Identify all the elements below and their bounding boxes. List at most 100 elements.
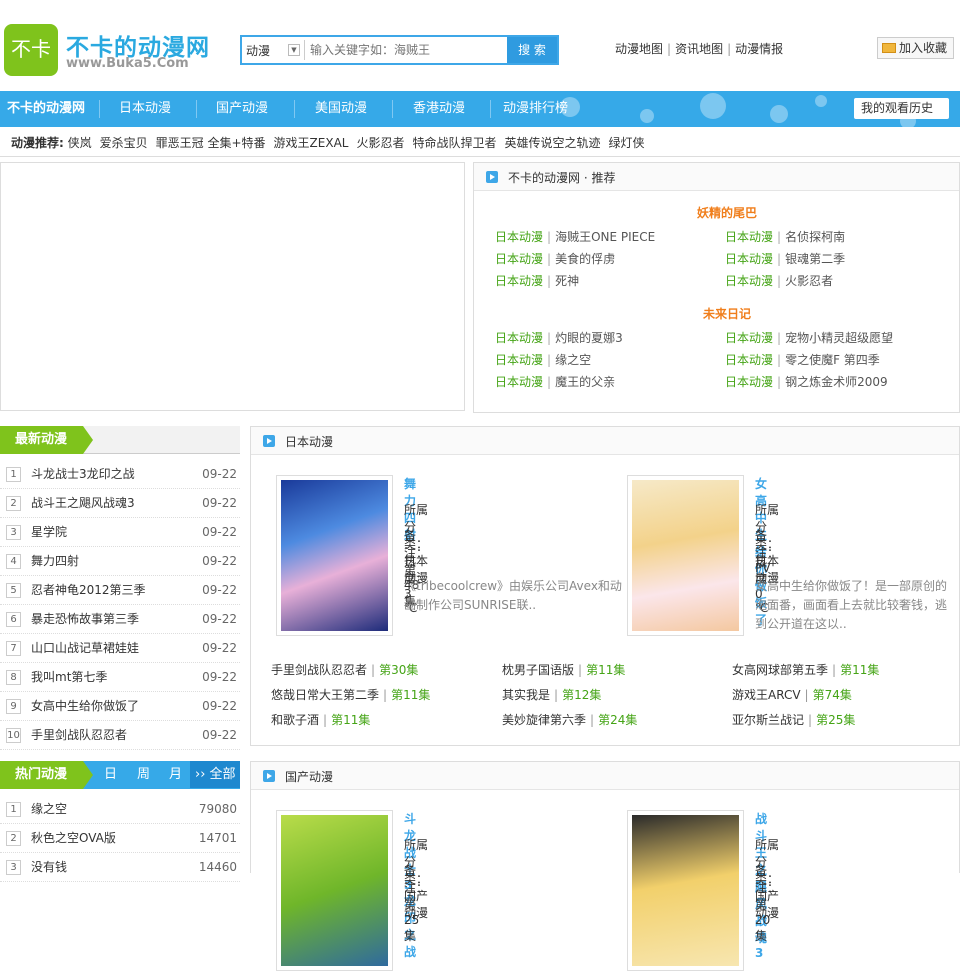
- nav-divider: [392, 100, 393, 118]
- panel-title: 不卡的动漫网 · 推荐: [508, 171, 616, 185]
- top-links: 动漫地图 | 资讯地图 | 动漫情报: [615, 40, 783, 57]
- cover-image[interactable]: [627, 475, 744, 636]
- logo-icon[interactable]: 不卡: [4, 24, 58, 76]
- japan-section: 日本动漫 舞力四射 所属分类：日本动漫 备注：第48集 热度：3 ℃ 《trib…: [250, 426, 960, 746]
- episode-link[interactable]: 女高网球部第五季 | 第11集: [732, 661, 879, 678]
- play-arrow-icon: [263, 435, 275, 447]
- recommend-label: 动漫推荐:: [11, 136, 64, 150]
- china-section: 国产动漫 斗龙战士3龙印之战 所属分类：国产动漫 备注：第25集 战斗王之飓风战…: [250, 761, 960, 971]
- tab-week[interactable]: 周: [137, 761, 150, 788]
- nav-item-hongkong[interactable]: 香港动漫: [413, 91, 465, 127]
- recommend-link[interactable]: 特命战队捍卫者: [412, 136, 496, 150]
- panel-link[interactable]: 日本动漫 | 灼眼的夏娜3: [495, 329, 623, 346]
- recommend-link[interactable]: 侠岚: [68, 136, 92, 150]
- list-item[interactable]: 5 忍者神龟2012第三季 09-22: [0, 576, 240, 605]
- folder-icon: [882, 43, 896, 53]
- section-header: 日本动漫: [251, 427, 959, 455]
- search-category-label: 动漫: [246, 44, 271, 58]
- panel-link[interactable]: 日本动漫 | 火影忍者: [725, 272, 833, 289]
- nav-item-usa[interactable]: 美国动漫: [315, 91, 367, 127]
- panel-link[interactable]: 日本动漫 | 宠物小精灵超级愿望: [725, 329, 893, 346]
- add-favorite-button[interactable]: 加入收藏: [877, 37, 954, 59]
- list-item[interactable]: 9 女高中生给你做饭了 09-22: [0, 692, 240, 721]
- episode-link[interactable]: 枕男子国语版 | 第11集: [502, 661, 625, 678]
- section-title: 国产动漫: [285, 770, 334, 784]
- episode-link[interactable]: 游戏王ARCV | 第74集: [732, 686, 852, 703]
- list-item[interactable]: 2 战斗王之飓风战魂3 09-22: [0, 489, 240, 518]
- anime-description: 《tribecoolcrew》由娱乐公司Avex和动画制作公司SUNRISE联.…: [404, 579, 622, 612]
- episode-link[interactable]: 悠哉日常大王第二季 | 第11集: [271, 686, 430, 703]
- chevron-down-icon[interactable]: ▼: [288, 44, 300, 56]
- list-item[interactable]: 1 缘之空 79080: [0, 795, 240, 824]
- nav-divider: [99, 100, 100, 118]
- search-divider: [304, 40, 305, 60]
- list-item[interactable]: 7 山口山战记草裙娃娃 09-22: [0, 634, 240, 663]
- group-title[interactable]: 未来日记: [703, 305, 751, 322]
- search-category-select[interactable]: 动漫 ▼: [246, 42, 300, 58]
- watch-history-button[interactable]: 我的观看历史: [854, 98, 949, 119]
- anime-description: 女高中生给你做饭了！是一部原创的泡面番，画面看上去就比较奢钱，逃到公开道在这以.…: [755, 579, 948, 631]
- recommend-link[interactable]: 爱杀宝贝: [100, 136, 148, 150]
- search-button[interactable]: 搜 索: [507, 37, 557, 63]
- decor-bubble: [700, 93, 726, 119]
- nav-divider: [196, 100, 197, 118]
- recommend-link[interactable]: 火影忍者: [356, 136, 404, 150]
- decor-bubble: [815, 95, 827, 107]
- panel-link[interactable]: 日本动漫 | 美食的俘虏: [495, 250, 615, 267]
- recommend-link[interactable]: 游戏王ZEXAL: [274, 136, 349, 150]
- panel-link[interactable]: 日本动漫 | 海贼王ONE PIECE: [495, 228, 655, 245]
- logo-mark: 不卡: [11, 37, 51, 61]
- divider: |: [667, 42, 672, 56]
- episode-link[interactable]: 其实我是 | 第12集: [502, 686, 601, 703]
- recommend-bar: 动漫推荐: 侠岚 爱杀宝贝 罪恶王冠 全集+特番 游戏王ZEXAL 火影忍者 特命战队捍卫…: [0, 128, 960, 157]
- cover-image[interactable]: [276, 810, 393, 971]
- group-title[interactable]: 妖精的尾巴: [697, 204, 757, 221]
- list-item[interactable]: 2 秋色之空OVA版 14701: [0, 824, 240, 853]
- recommend-link[interactable]: 绿灯侠: [609, 136, 645, 150]
- add-favorite-label: 加入收藏: [899, 41, 948, 55]
- panel-link[interactable]: 日本动漫 | 钢之炼金术师2009: [725, 373, 888, 390]
- divider: |: [727, 42, 732, 56]
- episode-link[interactable]: 手里剑战队忍忍者 | 第30集: [271, 661, 418, 678]
- site-url: www.Buka5.Com: [66, 56, 189, 71]
- episode-link[interactable]: 亚尔斯兰战记 | 第25集: [732, 711, 855, 728]
- list-item[interactable]: 6 暴走恐怖故事第三季 09-22: [0, 605, 240, 634]
- link-anime-map[interactable]: 动漫地图: [615, 42, 663, 56]
- latest-title: 最新动漫: [0, 426, 93, 454]
- nav-item-ranking[interactable]: 动漫排行榜: [503, 91, 568, 127]
- main-nav: 不卡的动漫网 日本动漫 国产动漫 美国动漫 香港动漫 动漫排行榜 我的观看历史: [0, 91, 960, 129]
- panel-link[interactable]: 日本动漫 | 零之使魔F 第四季: [725, 351, 880, 368]
- nav-item-china[interactable]: 国产动漫: [216, 91, 268, 127]
- episode-link[interactable]: 美妙旋律第六季 | 第24集: [502, 711, 637, 728]
- panel-link[interactable]: 日本动漫 | 名侦探柯南: [725, 228, 845, 245]
- cover-image[interactable]: [627, 810, 744, 971]
- episode-link[interactable]: 和歌子酒 | 第11集: [271, 711, 370, 728]
- latest-tab-bar: 最新动漫: [0, 426, 240, 454]
- list-item[interactable]: 3 星学院 09-22: [0, 518, 240, 547]
- decor-bubble: [770, 105, 788, 123]
- nav-item-japan[interactable]: 日本动漫: [119, 91, 171, 127]
- panel-header: 不卡的动漫网 · 推荐: [474, 163, 959, 191]
- cover-image[interactable]: [276, 475, 393, 636]
- tab-month[interactable]: 月: [169, 761, 182, 788]
- panel-link[interactable]: 日本动漫 | 缘之空: [495, 351, 591, 368]
- link-news-map[interactable]: 资讯地图: [675, 42, 723, 56]
- panel-link[interactable]: 日本动漫 | 死神: [495, 272, 579, 289]
- tab-all[interactable]: ›› 全部: [190, 761, 240, 788]
- panel-link[interactable]: 日本动漫 | 魔王的父亲: [495, 373, 615, 390]
- search-input[interactable]: [310, 41, 500, 59]
- tab-day[interactable]: 日: [104, 761, 117, 788]
- list-item[interactable]: 1 斗龙战士3龙印之战 09-22: [0, 460, 240, 489]
- slideshow-area[interactable]: [0, 162, 465, 411]
- list-item[interactable]: 3 没有钱 14460: [0, 853, 240, 882]
- decor-bubble: [640, 109, 654, 123]
- recommend-panel: 不卡的动漫网 · 推荐 妖精的尾巴 日本动漫 | 海贼王ONE PIECE 日本动漫…: [473, 162, 960, 413]
- list-item[interactable]: 10 手里剑战队忍忍者 09-22: [0, 721, 240, 750]
- recommend-link[interactable]: 罪恶王冠 全集+特番: [156, 136, 266, 150]
- nav-home[interactable]: 不卡的动漫网: [0, 91, 98, 127]
- panel-link[interactable]: 日本动漫 | 银魂第二季: [725, 250, 845, 267]
- list-item[interactable]: 8 我叫mt第七季 09-22: [0, 663, 240, 692]
- list-item[interactable]: 4 舞力四射 09-22: [0, 547, 240, 576]
- recommend-link[interactable]: 英雄传说空之轨迹: [505, 136, 601, 150]
- link-anime-info[interactable]: 动漫情报: [735, 42, 783, 56]
